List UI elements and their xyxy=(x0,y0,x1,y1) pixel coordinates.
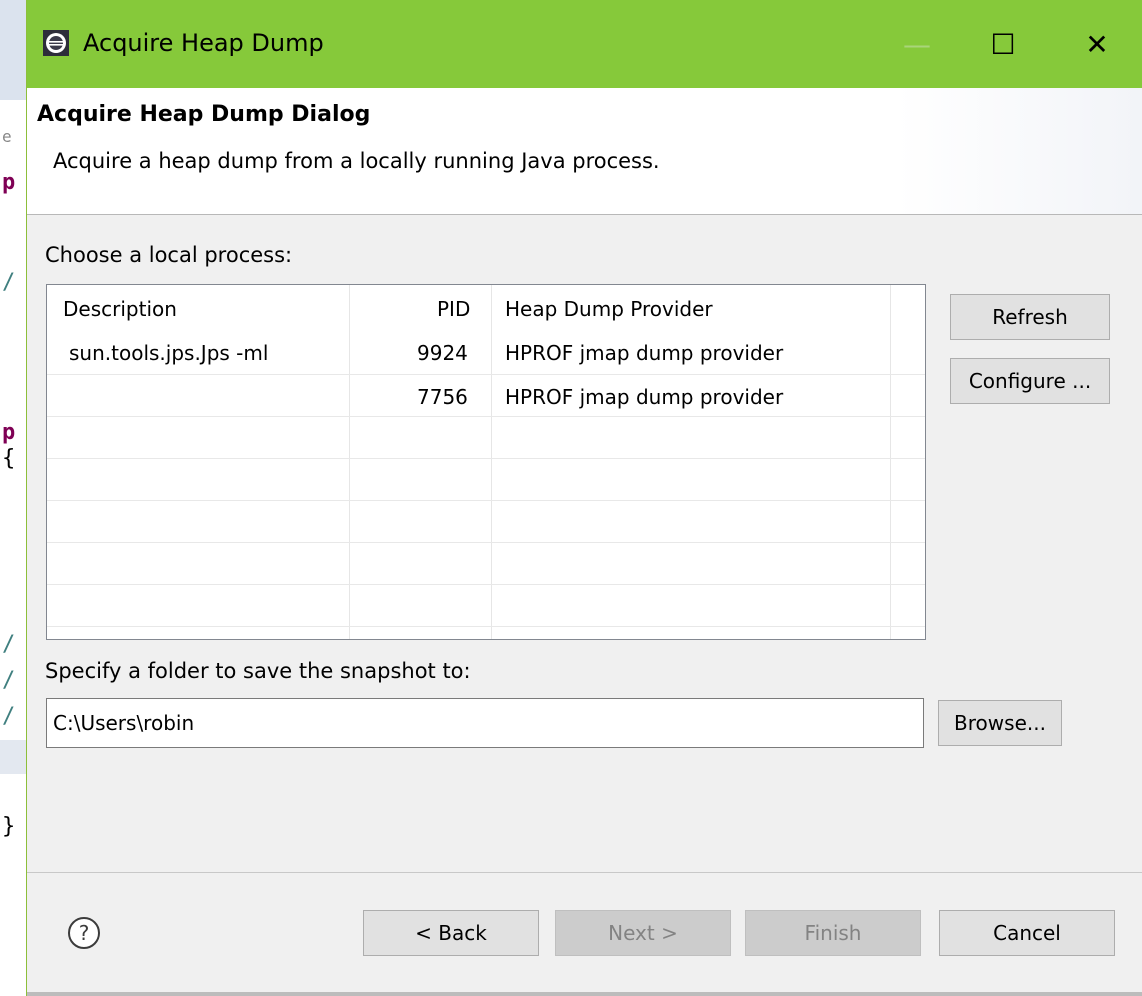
background-glyph: / xyxy=(2,270,16,295)
svg-text:?: ? xyxy=(79,921,90,945)
wizard-banner: Acquire Heap Dump Dialog Acquire a heap … xyxy=(27,88,1142,215)
folder-path-input[interactable] xyxy=(46,698,924,748)
process-description: sun.tools.jps.Jps -ml xyxy=(69,341,269,365)
minimize-button[interactable]: — xyxy=(887,18,947,70)
row-divider xyxy=(47,416,925,417)
row-divider xyxy=(47,500,925,501)
cancel-button[interactable]: Cancel xyxy=(939,910,1115,956)
banner-title: Acquire Heap Dump Dialog xyxy=(37,102,371,127)
window-title: Acquire Heap Dump xyxy=(83,29,324,57)
row-divider xyxy=(47,374,925,375)
column-header-description[interactable]: Description xyxy=(63,295,177,323)
browse-button[interactable]: Browse... xyxy=(938,700,1062,746)
process-pid: 7756 xyxy=(417,385,468,409)
process-list-label: Choose a local process: xyxy=(45,243,293,267)
row-divider xyxy=(47,584,925,585)
title-bar[interactable]: Acquire Heap Dump — ☐ ✕ xyxy=(27,0,1142,88)
background-glyph: } xyxy=(2,814,16,839)
process-provider: HPROF jmap dump provider xyxy=(505,341,784,365)
folder-label: Specify a folder to save the snapshot to… xyxy=(45,659,471,683)
process-table[interactable]: Description PID Heap Dump Provider sun.t… xyxy=(46,284,926,640)
background-glyph: { xyxy=(2,446,16,471)
finish-button: Finish xyxy=(745,910,921,956)
footer-separator xyxy=(27,872,1142,873)
background-toolbar xyxy=(0,0,26,100)
row-divider xyxy=(47,626,925,627)
banner-description: Acquire a heap dump from a locally runni… xyxy=(53,149,660,173)
background-glyph: / xyxy=(2,668,16,693)
next-button: Next > xyxy=(555,910,731,956)
process-provider: HPROF jmap dump provider xyxy=(505,385,784,409)
process-pid: 9924 xyxy=(417,341,468,365)
background-glyph: p xyxy=(2,170,16,195)
row-divider xyxy=(47,458,925,459)
column-divider[interactable] xyxy=(890,285,891,639)
acquire-heap-dump-dialog: Acquire Heap Dump — ☐ ✕ Acquire Heap Dum… xyxy=(26,0,1142,996)
column-header-provider[interactable]: Heap Dump Provider xyxy=(505,295,713,323)
window-bottom-edge xyxy=(27,992,1142,996)
background-glyph: p xyxy=(2,420,16,445)
column-header-pid[interactable]: PID xyxy=(437,295,470,323)
help-icon[interactable]: ? xyxy=(67,916,101,950)
back-button[interactable]: < Back xyxy=(363,910,539,956)
configure-button[interactable]: Configure ... xyxy=(950,358,1110,404)
refresh-button[interactable]: Refresh xyxy=(950,294,1110,340)
background-highlight-line xyxy=(0,740,26,774)
background-glyph: / xyxy=(2,632,16,657)
background-editor: e p / p { / / / } xyxy=(0,0,26,996)
column-divider[interactable] xyxy=(491,285,492,639)
row-divider xyxy=(47,542,925,543)
close-button[interactable]: ✕ xyxy=(1067,18,1127,70)
eclipse-app-icon xyxy=(43,30,69,56)
column-divider[interactable] xyxy=(349,285,350,639)
maximize-button[interactable]: ☐ xyxy=(973,18,1033,70)
background-glyph: / xyxy=(2,704,16,729)
background-glyph: e xyxy=(2,127,12,146)
